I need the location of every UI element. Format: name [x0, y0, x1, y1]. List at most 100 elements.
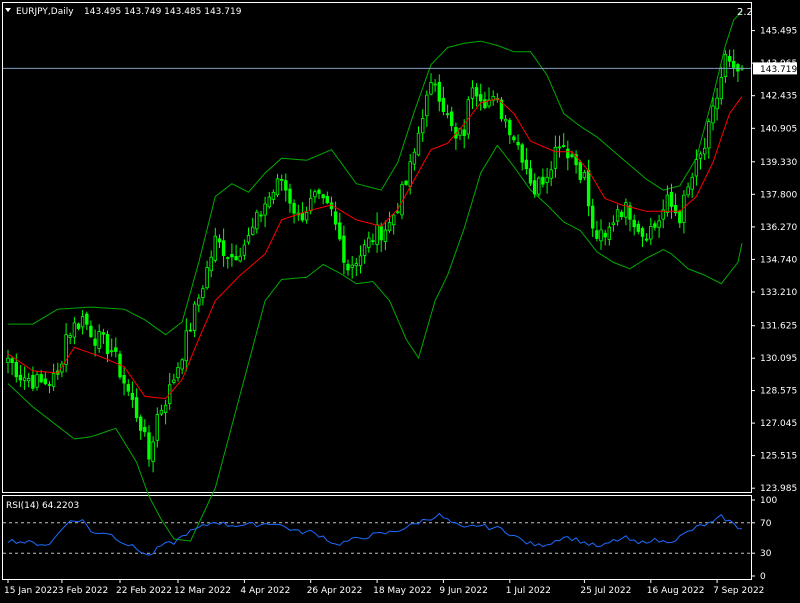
candle-body	[727, 56, 732, 62]
candle-body	[445, 113, 450, 116]
candle-body	[553, 146, 558, 169]
candle-body	[665, 194, 670, 213]
candle-body	[375, 224, 379, 245]
candle-body	[420, 118, 425, 134]
candle-body	[391, 214, 396, 226]
candle-body	[462, 129, 466, 136]
candle-body	[292, 202, 296, 214]
lower-band-line	[7, 144, 743, 542]
candle-body	[85, 313, 89, 325]
candle-body	[578, 161, 582, 181]
candle-body	[122, 374, 126, 384]
candle-body	[586, 169, 591, 207]
candle-body	[595, 230, 599, 239]
candle-body	[433, 83, 437, 86]
candle-body	[474, 87, 479, 97]
ma-line	[7, 96, 743, 400]
candle-body	[163, 404, 168, 414]
candle-body	[14, 361, 18, 378]
rsi-tick-label: 70	[760, 519, 772, 529]
candle-body	[371, 240, 375, 243]
candle-body	[267, 196, 271, 208]
candle-body	[89, 325, 93, 338]
candle-body	[437, 81, 441, 102]
rsi-indicator	[3, 512, 751, 556]
current-price-label: 143.719	[760, 65, 797, 75]
rsi-title: RSI(14) 64.2203	[6, 501, 79, 511]
candle-body	[47, 384, 52, 386]
candle-body	[188, 329, 193, 332]
candle-body	[566, 148, 570, 159]
candle-body	[644, 238, 649, 241]
time-tick-label: 3 Feb 2022	[58, 586, 108, 596]
candle-body	[313, 191, 317, 198]
time-tick-label: 18 May 2022	[373, 586, 432, 596]
candle-body	[723, 53, 728, 77]
time-tick-label: 22 Feb 2022	[116, 586, 172, 596]
candle-body	[632, 219, 636, 228]
price-axis: 145.495143.965142.435140.905139.330137.8…	[751, 27, 797, 494]
candle-body	[346, 263, 350, 271]
rsi-tick-label: 0	[760, 572, 766, 582]
time-tick-label: 16 Aug 2022	[647, 586, 705, 596]
candle-body	[449, 111, 454, 127]
chart-menu-triangle-icon[interactable]	[5, 8, 11, 12]
candle-body	[362, 244, 367, 256]
candle-body	[325, 195, 329, 204]
price-tick-label: 142.435	[760, 92, 797, 102]
candlesticks	[6, 49, 744, 473]
candle-body	[31, 374, 35, 389]
price-tick-label: 125.515	[760, 452, 797, 462]
candle-body	[97, 331, 101, 349]
price-tick-label: 140.905	[760, 124, 797, 134]
candle-body	[263, 203, 267, 216]
candle-body	[615, 209, 620, 222]
candle-body	[180, 359, 184, 370]
candle-body	[114, 347, 118, 352]
candle-body	[201, 288, 205, 299]
candle-body	[483, 99, 487, 109]
time-tick-label: 25 Jul 2022	[580, 586, 631, 596]
candle-body	[176, 366, 180, 379]
candle-body	[396, 211, 400, 214]
moving-average	[7, 96, 743, 400]
candle-body	[350, 264, 354, 268]
candle-body	[93, 338, 97, 346]
candle-body	[6, 357, 10, 363]
candle-body	[425, 94, 429, 117]
candle-body	[221, 240, 226, 256]
candle-body	[342, 235, 346, 263]
symbol-label: EURJPY,Daily	[16, 7, 74, 17]
time-tick-label: 9 Jun 2022	[439, 586, 487, 596]
candle-body	[354, 263, 358, 267]
candle-body	[197, 297, 201, 306]
candle-body	[599, 229, 603, 242]
candle-body	[387, 222, 392, 232]
candle-body	[134, 397, 139, 419]
candle-body	[416, 132, 421, 156]
candle-body	[226, 257, 230, 260]
time-tick-label: 12 Mar 2022	[174, 586, 231, 596]
candle-body	[26, 377, 31, 382]
rsi-line	[7, 512, 743, 556]
candle-body	[653, 223, 657, 228]
candle-body	[338, 222, 342, 240]
candle-body	[694, 159, 699, 177]
candle-body	[250, 226, 255, 235]
candle-body	[255, 211, 259, 230]
candle-body	[678, 210, 682, 224]
price-tick-label: 136.270	[760, 223, 797, 233]
candle-body	[209, 256, 213, 272]
chart-window[interactable]: 145.495143.965142.435140.905139.330137.8…	[0, 0, 800, 600]
chart-canvas[interactable]: 145.495143.965142.435140.905139.330137.8…	[0, 0, 800, 600]
candle-body	[172, 379, 176, 383]
candle-body	[715, 97, 719, 110]
candle-body	[429, 82, 433, 95]
time-tick-label: 7 Sep 2022	[713, 586, 764, 596]
candle-body	[39, 374, 43, 383]
candle-body	[76, 323, 81, 329]
candle-body	[620, 211, 624, 217]
price-tick-label: 139.330	[760, 158, 797, 168]
candle-body	[541, 176, 545, 185]
candle-body	[690, 176, 694, 190]
